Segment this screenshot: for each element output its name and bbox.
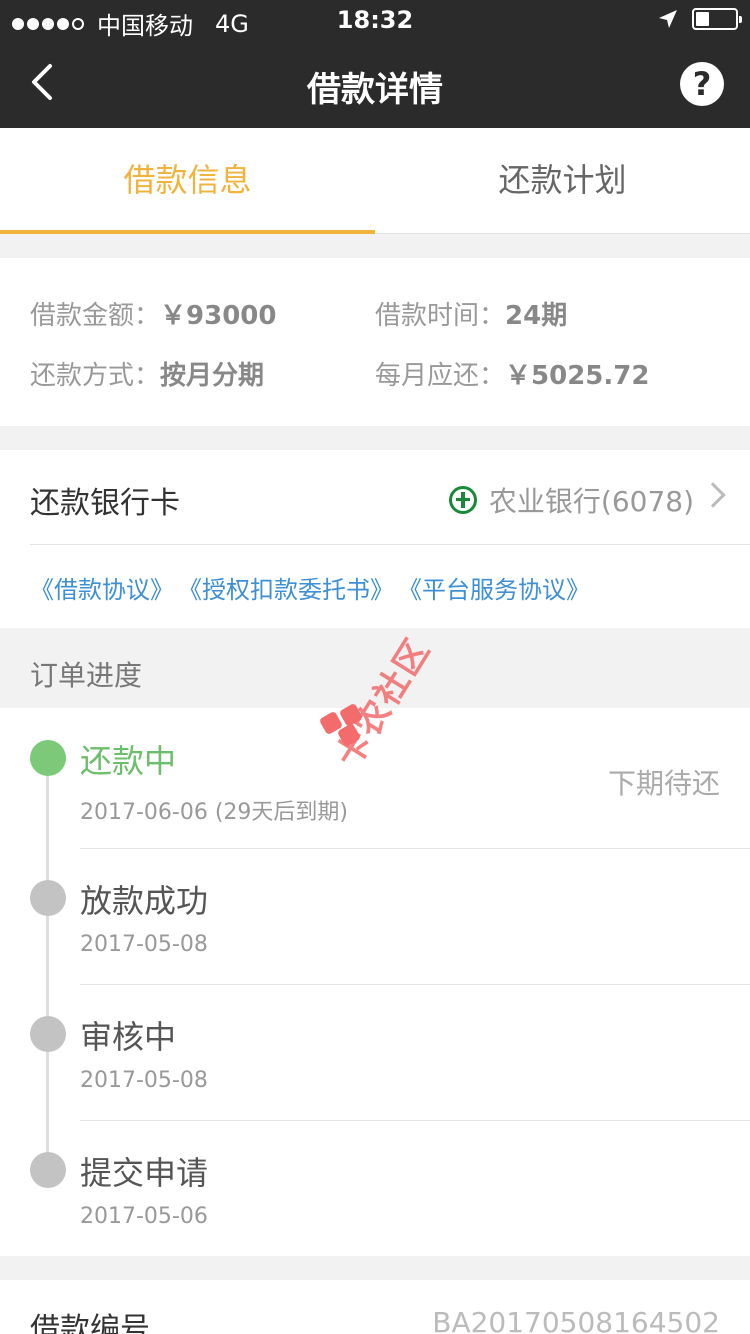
question-icon: ? <box>692 65 712 103</box>
monthly-label: 每月应还： <box>375 360 506 391</box>
order-progress-header: 订单进度 <box>0 628 750 708</box>
timeline-dot <box>30 880 66 916</box>
timeline-date: 2017-05-06 <box>80 1204 208 1229</box>
timeline-title: 放款成功 <box>80 882 209 920</box>
info-row-1: 借款金额： ￥93000 借款时间： 24期 <box>0 288 750 338</box>
bank-card-row[interactable]: 还款银行卡 农业银行(6078) <box>0 450 750 544</box>
abc-bank-icon <box>448 486 477 514</box>
amount-value: ￥93000 <box>160 300 277 331</box>
status-right <box>658 8 742 30</box>
bank-name: 农业银行(6078) <box>488 485 694 518</box>
loan-agreement-link[interactable]: 《借款协议》 <box>30 570 174 605</box>
timeline-date: 2017-06-06 (29天后到期) <box>80 800 349 825</box>
info-row-2: 还款方式： 按月分期 每月应还： ￥5025.72 <box>0 348 750 398</box>
monthly-value: ￥5025.72 <box>505 360 650 391</box>
next-due-label: 下期待还 <box>607 767 720 800</box>
loan-number-label: 借款编号 <box>30 1312 150 1334</box>
battery-icon <box>692 8 742 30</box>
status-time: 18:32 <box>336 6 414 34</box>
page-title: 借款详情 <box>307 70 443 110</box>
divider <box>80 1120 750 1121</box>
status-bar: 中国移动 4G 18:32 <box>0 0 750 40</box>
loan-number-row: 借款编号 BA20170508164502 <box>0 1280 750 1334</box>
help-button[interactable]: ? <box>680 62 724 106</box>
loan-number-value: BA20170508164502 <box>432 1306 720 1334</box>
timeline-date: 2017-05-08 <box>80 1068 208 1093</box>
timeline-title: 还款中 <box>80 742 177 780</box>
section-title: 订单进度 <box>30 659 143 692</box>
bank-card-value: 农业银行(6078) <box>448 480 694 520</box>
divider <box>80 984 750 985</box>
divider <box>80 848 750 849</box>
order-timeline: 还款中 2017-06-06 (29天后到期) 下期待还 放款成功 2017-0… <box>0 708 750 1256</box>
chevron-right-icon <box>700 482 726 508</box>
divider <box>30 544 750 545</box>
agreements-row: 《借款协议》 《授权扣款委托书》 《平台服务协议》 <box>0 544 750 628</box>
term-value: 24期 <box>505 300 568 331</box>
timeline-dot <box>30 1152 66 1188</box>
method-label: 还款方式： <box>30 360 161 391</box>
platform-service-link[interactable]: 《平台服务协议》 <box>398 570 590 605</box>
amount-label: 借款金额： <box>30 300 161 331</box>
timeline-dot-active <box>30 740 66 776</box>
term-label: 借款时间： <box>375 300 506 331</box>
timeline-line <box>46 758 49 1178</box>
timeline-dot <box>30 1016 66 1052</box>
tab-repayment-plan[interactable]: 还款计划 <box>375 128 750 234</box>
method-value: 按月分期 <box>160 360 265 391</box>
nav-bar: 借款详情 ? <box>0 40 750 128</box>
timeline-date: 2017-05-08 <box>80 932 208 957</box>
debit-authorization-link[interactable]: 《授权扣款委托书》 <box>178 570 394 605</box>
timeline-title: 审核中 <box>80 1018 177 1056</box>
loan-info-card: 借款金额： ￥93000 借款时间： 24期 还款方式： 按月分期 每月应还： … <box>0 258 750 426</box>
bank-card-label: 还款银行卡 <box>30 486 180 521</box>
timeline-title: 提交申请 <box>80 1154 209 1192</box>
agreement-links: 《借款协议》 《授权扣款委托书》 《平台服务协议》 <box>30 570 594 605</box>
tab-loan-info[interactable]: 借款信息 <box>0 128 375 234</box>
tab-bar: 借款信息 还款计划 <box>0 128 750 234</box>
location-arrow-icon <box>659 10 677 28</box>
